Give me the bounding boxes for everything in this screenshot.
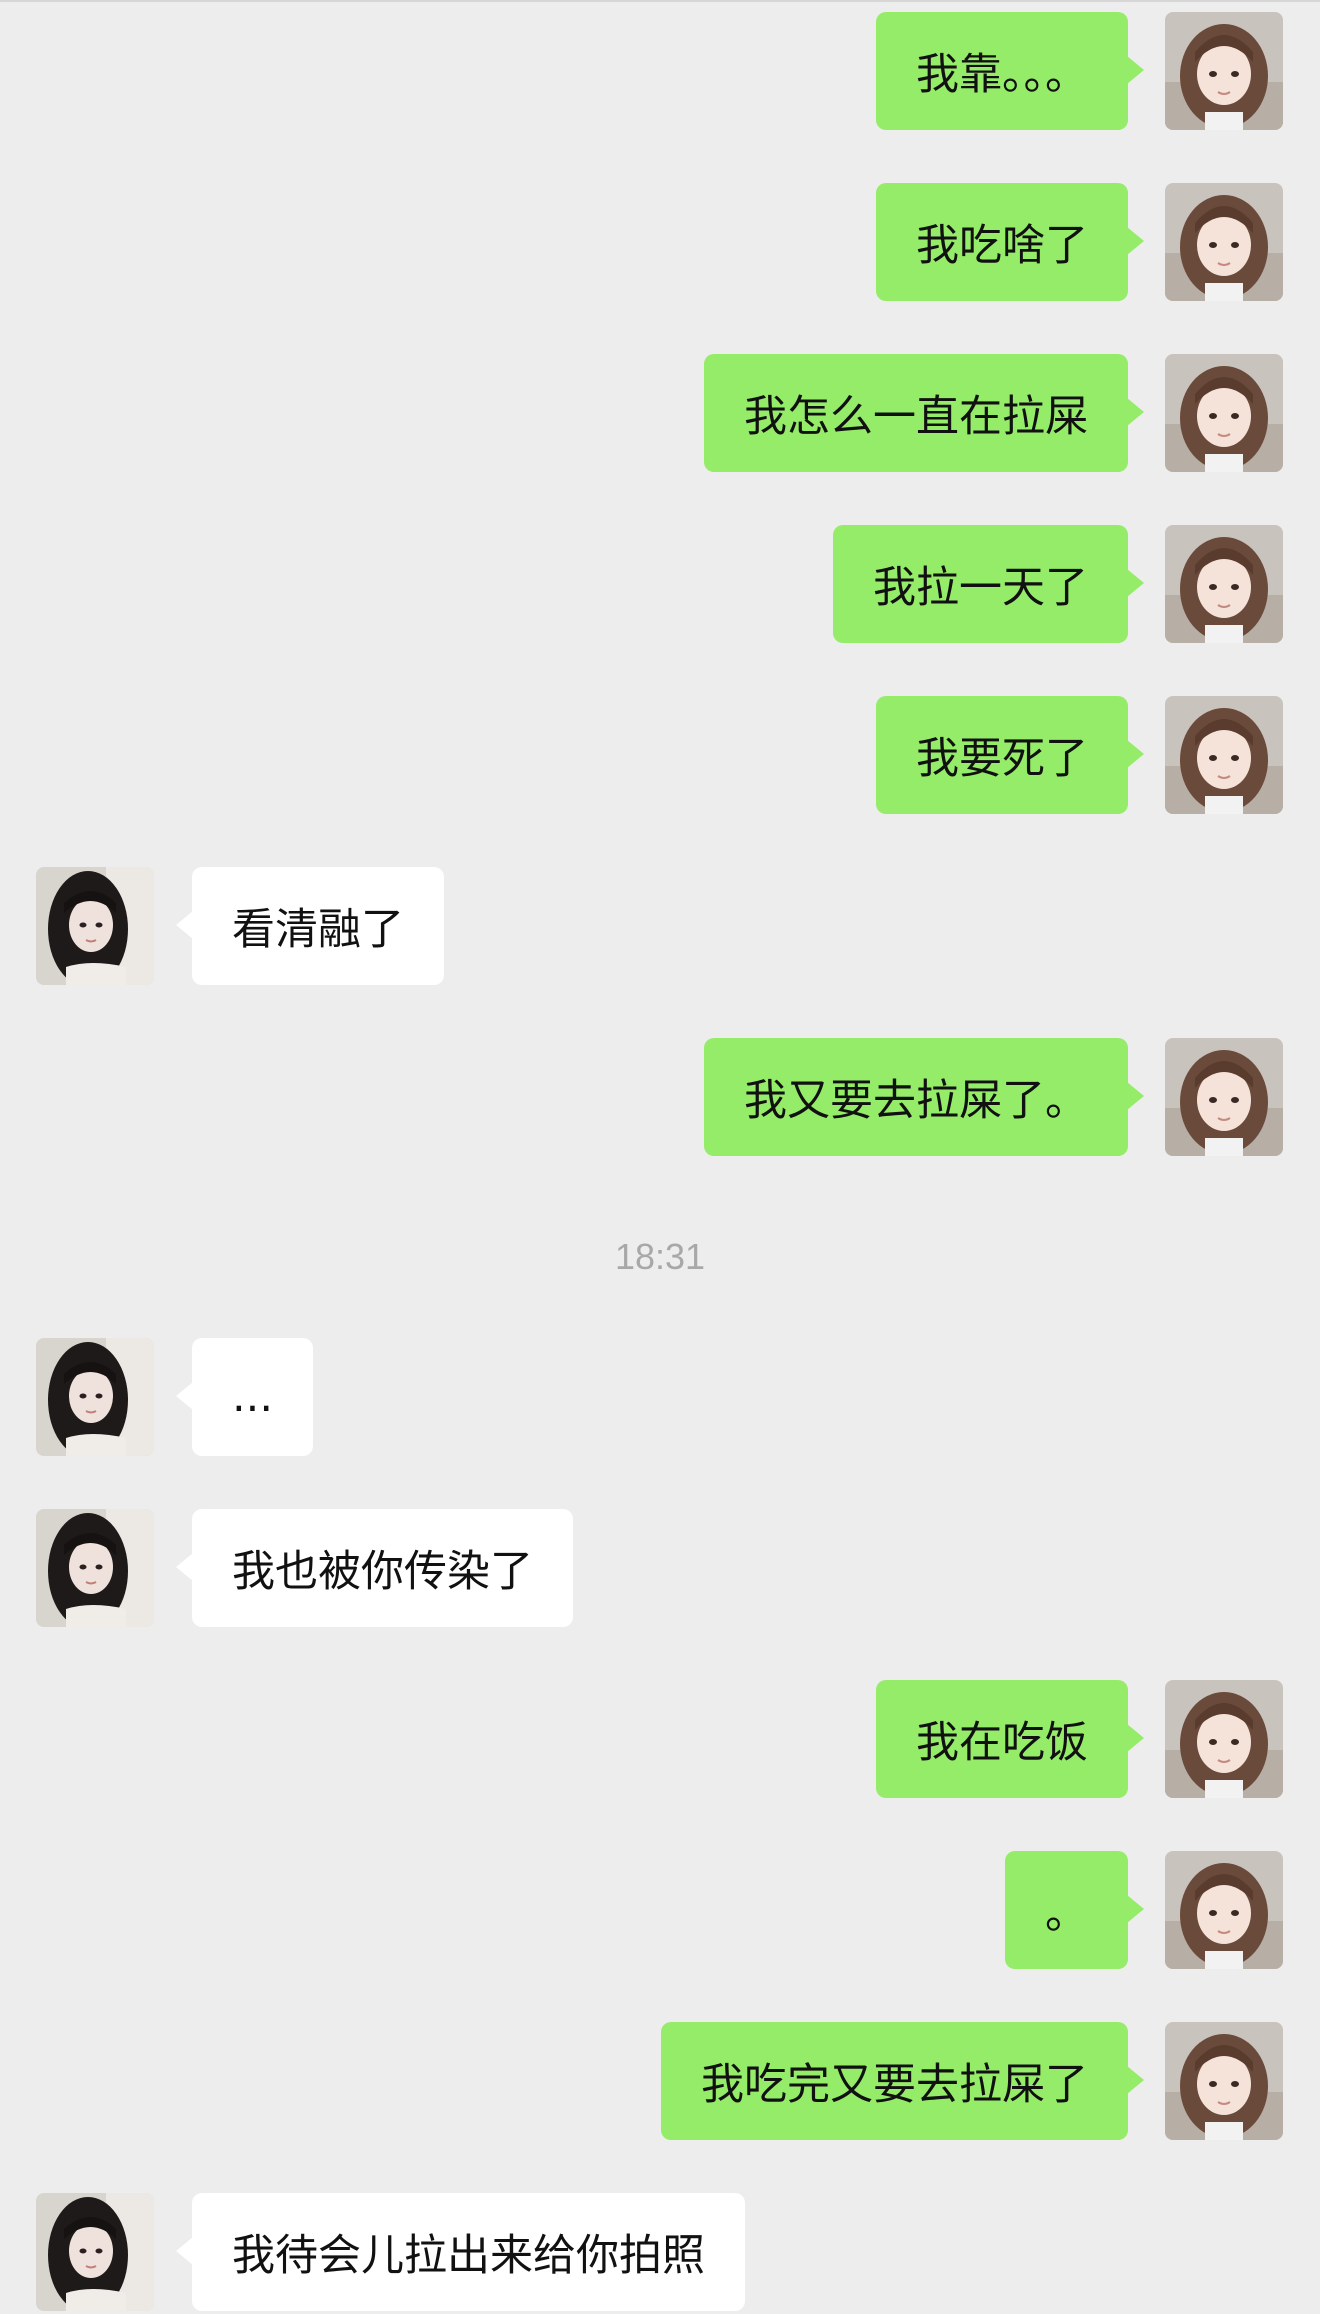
self-avatar[interactable] [1165, 1851, 1283, 1969]
message-row-outgoing: 我又要去拉屎了。 [0, 1038, 1320, 1158]
self-avatar[interactable] [1165, 525, 1283, 643]
self-avatar[interactable] [1165, 183, 1283, 301]
message-row-outgoing: 我吃完又要去拉屎了 [0, 2022, 1320, 2142]
chat-message-list[interactable]: 我靠。。。 我吃啥了 我怎么一直在拉屎 我拉一天了 我要死了 看清融了 我又要去… [0, 0, 1320, 2314]
chat-timestamp: 18:31 [614, 1236, 706, 1277]
self-avatar[interactable] [1165, 12, 1283, 130]
contact-avatar[interactable] [36, 867, 154, 985]
message-bubble-outgoing[interactable]: 我拉一天了 [833, 525, 1144, 643]
contact-avatar[interactable] [36, 1509, 154, 1627]
self-avatar[interactable] [1165, 696, 1283, 814]
message-bubble-incoming[interactable]: 看清融了 [176, 867, 444, 985]
message-row-incoming: 我也被你传染了 [0, 1509, 1320, 1629]
message-bubble-outgoing[interactable]: 我怎么一直在拉屎 [704, 354, 1144, 472]
message-bubble-outgoing[interactable]: 我在吃饭 [876, 1680, 1144, 1798]
message-row-outgoing: 我吃啥了 [0, 183, 1320, 303]
message-bubble-incoming[interactable]: ... [175, 1338, 314, 1456]
message-row-incoming: ... [0, 1338, 1320, 1458]
message-row-incoming: 看清融了 [0, 867, 1320, 987]
message-row-outgoing: 。 [0, 1851, 1320, 1971]
message-bubble-outgoing[interactable]: 。 [1005, 1851, 1144, 1969]
message-row-outgoing: 我拉一天了 [0, 525, 1320, 645]
contact-avatar[interactable] [36, 2193, 154, 2311]
message-row-outgoing: 我要死了 [0, 696, 1320, 816]
message-bubble-outgoing[interactable]: 我吃啥了 [876, 183, 1144, 301]
message-bubble-outgoing[interactable]: 我又要去拉屎了。 [704, 1038, 1144, 1156]
message-bubble-outgoing[interactable]: 我要死了 [876, 696, 1144, 814]
self-avatar[interactable] [1165, 1680, 1283, 1798]
message-bubble-outgoing[interactable]: 我靠。。。 [876, 12, 1144, 130]
contact-avatar[interactable] [36, 1338, 154, 1456]
message-row-outgoing: 我在吃饭 [0, 1680, 1320, 1800]
message-bubble-incoming[interactable]: 我待会儿拉出来给你拍照 [176, 2193, 745, 2311]
message-bubble-incoming[interactable]: 我也被你传染了 [176, 1509, 573, 1627]
self-avatar[interactable] [1165, 2022, 1283, 2140]
message-row-incoming: 我待会儿拉出来给你拍照 [0, 2193, 1320, 2313]
self-avatar[interactable] [1165, 1038, 1283, 1156]
self-avatar[interactable] [1165, 354, 1283, 472]
message-bubble-outgoing[interactable]: 我吃完又要去拉屎了 [661, 2022, 1144, 2140]
message-row-outgoing: 我靠。。。 [0, 12, 1320, 132]
message-row-outgoing: 我怎么一直在拉屎 [0, 354, 1320, 474]
